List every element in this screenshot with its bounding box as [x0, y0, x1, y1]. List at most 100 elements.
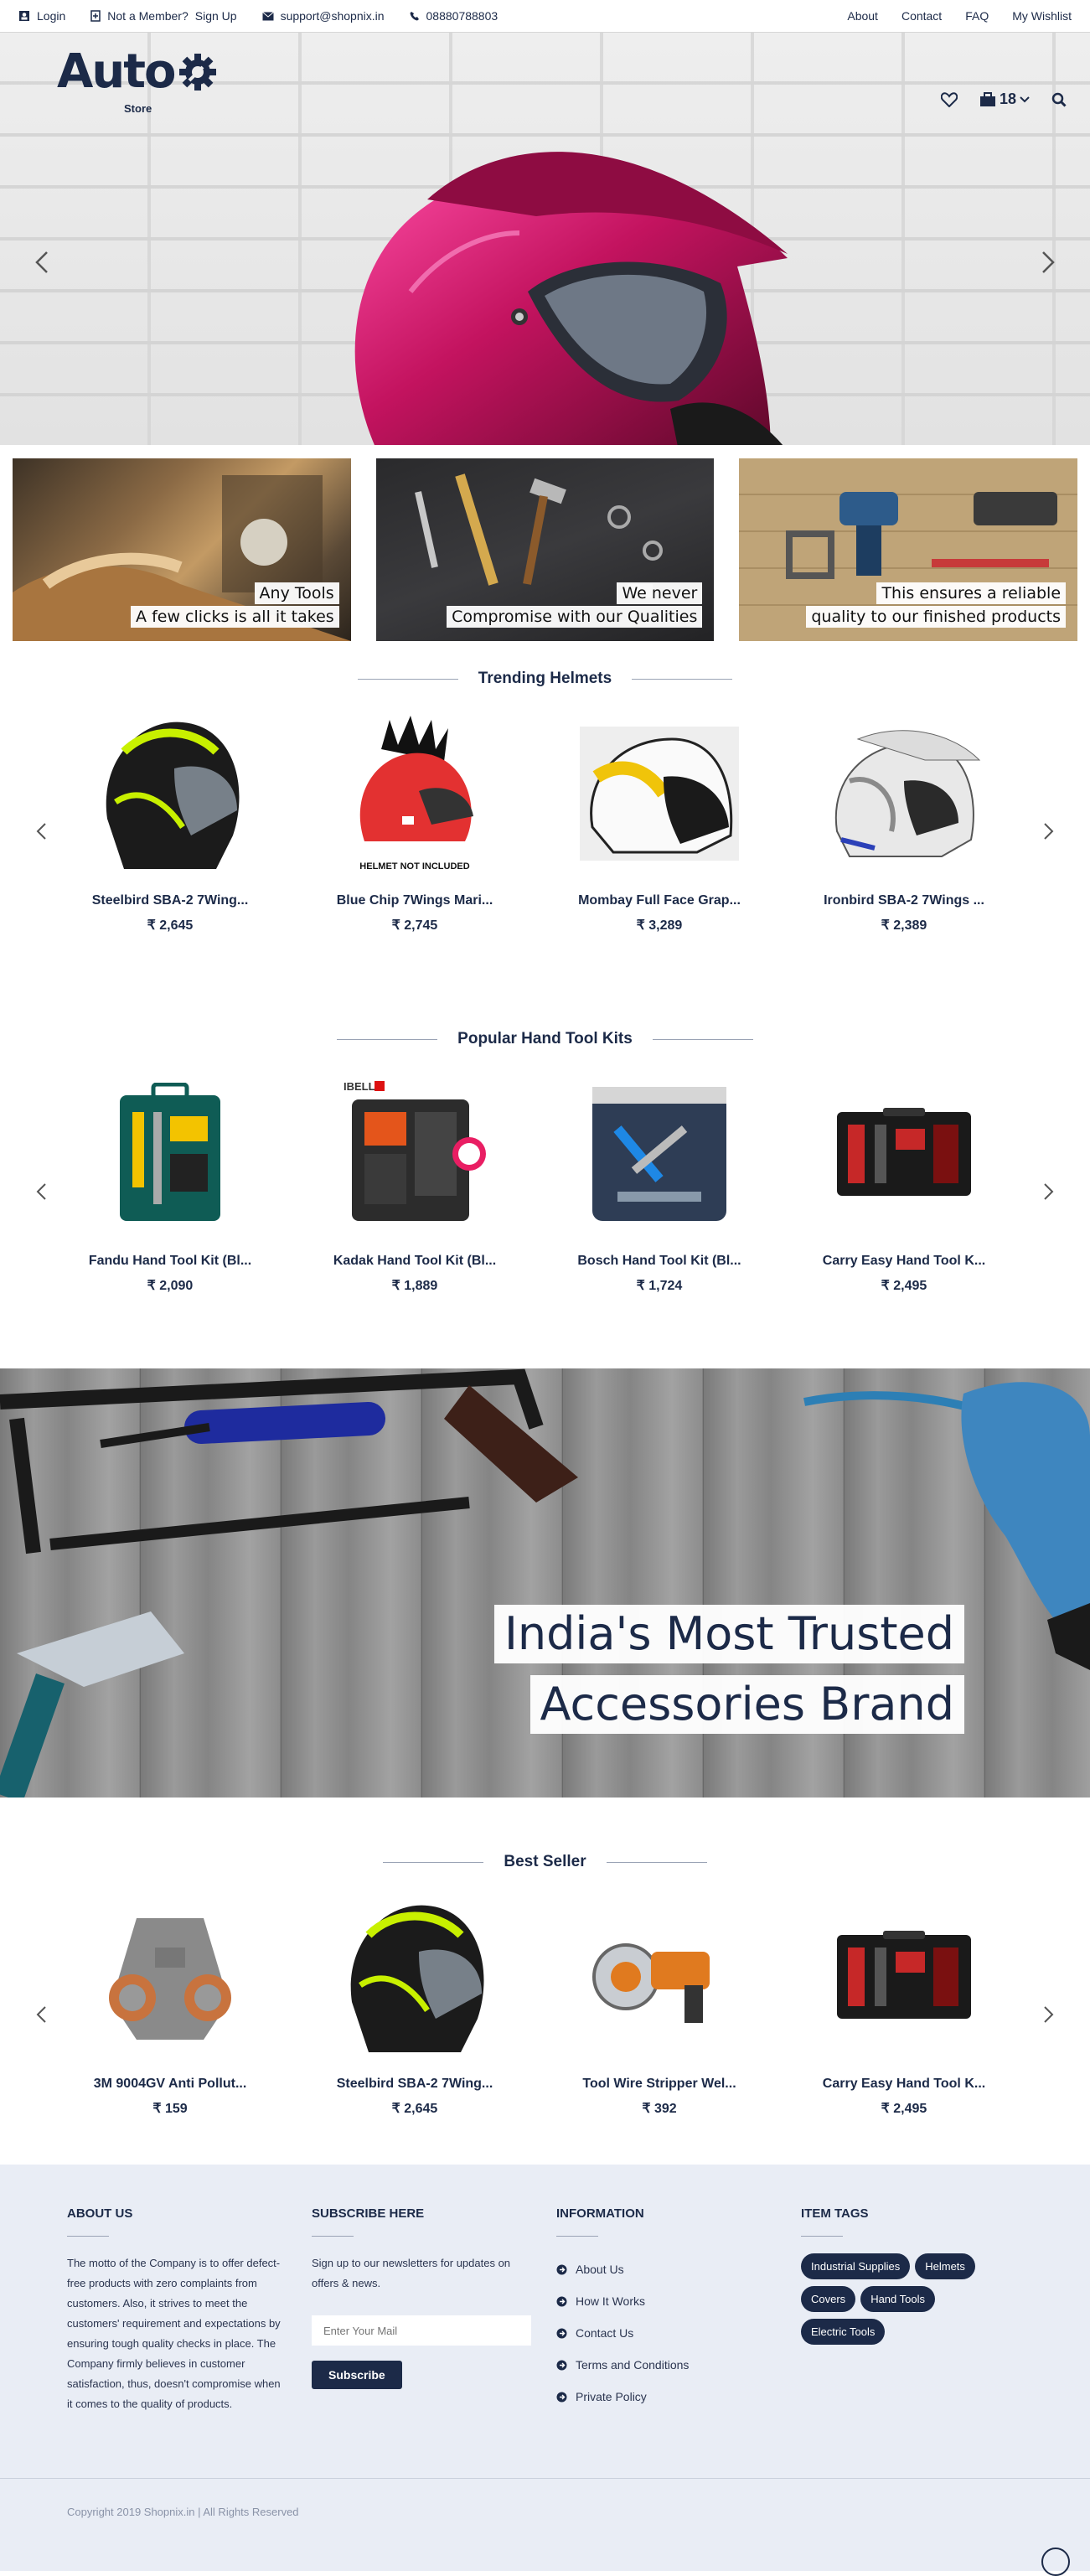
- nav-about[interactable]: About: [847, 9, 878, 23]
- trending-helmets-carousel: Steelbird SBA-2 7Wing... ₹ 2,645 HELMET …: [0, 691, 1090, 968]
- footer-subscribe: SUBSCRIBE HERE Sign up to our newsletter…: [312, 2206, 556, 2414]
- footer-link-terms[interactable]: Terms and Conditions: [556, 2349, 801, 2381]
- hero-prev-arrow[interactable]: [30, 246, 55, 279]
- envelope-icon: [261, 11, 274, 20]
- hero-next-arrow[interactable]: [1035, 246, 1060, 279]
- subscribe-button[interactable]: Subscribe: [312, 2361, 402, 2389]
- promo-banner-reliable-line1: This ensures a reliable: [876, 582, 1067, 604]
- product-price: ₹ 2,389: [881, 918, 927, 933]
- product-price: ₹ 1,724: [636, 1279, 683, 1293]
- tag-electric-tools[interactable]: Electric Tools: [801, 2319, 886, 2345]
- heart-icon[interactable]: [940, 91, 958, 107]
- login-label: Login: [37, 9, 66, 23]
- product-price: ₹ 2,645: [147, 918, 194, 933]
- top-bar-left: Login Not a Member? Sign Up support@shop…: [18, 9, 498, 23]
- product-price: ₹ 2,495: [881, 2102, 927, 2116]
- divider: [357, 678, 458, 680]
- member-prompt: Not a Member?: [107, 9, 189, 23]
- logo-subtitle: Store: [124, 102, 152, 115]
- scroll-to-top-button[interactable]: [1041, 2548, 1070, 2576]
- signup-link[interactable]: Sign Up: [195, 9, 237, 23]
- product-name: Carry Easy Hand Tool K...: [822, 1254, 986, 1268]
- arrow-circle-right-icon: [556, 2328, 567, 2338]
- header-icons: 18: [940, 91, 1067, 108]
- phone-link[interactable]: 08880788803: [410, 9, 498, 23]
- carousel-next-arrow[interactable]: [1040, 2002, 1056, 2027]
- search-icon[interactable]: [1051, 92, 1067, 107]
- product-cards: 3M 9004GV Anti Pollut... ₹ 159 Steelbird…: [57, 1875, 1017, 2117]
- divider: [337, 1038, 438, 1040]
- phone-icon: [410, 12, 419, 21]
- product-card[interactable]: Fandu Hand Tool Kit (Bl... ₹ 2,090: [57, 1052, 283, 1294]
- brand-banner: India's Most Trusted Accessories Brand: [0, 1368, 1090, 1798]
- promo-banner-tools[interactable]: Any Tools A few clicks is all it takes: [13, 458, 351, 641]
- tag-cloud: Industrial Supplies Helmets Covers Hand …: [801, 2253, 1002, 2345]
- promo-banners: Any Tools A few clicks is all it takes W…: [0, 445, 1090, 641]
- tag-helmets[interactable]: Helmets: [915, 2253, 975, 2279]
- carousel-next-arrow[interactable]: [1040, 1179, 1056, 1204]
- footer-columns: ABOUT US The motto of the Company is to …: [0, 2165, 1090, 2414]
- section-title: Trending Helmets: [478, 670, 612, 687]
- subscribe-email-input[interactable]: [312, 2315, 531, 2346]
- product-card[interactable]: Ironbird SBA-2 7Wings ... ₹ 2,389: [791, 691, 1017, 934]
- promo-banner-quality-line2: Compromise with our Qualities: [447, 606, 703, 628]
- product-card[interactable]: Carry Easy Hand Tool K... ₹ 2,495: [791, 1052, 1017, 1294]
- product-card[interactable]: 3M 9004GV Anti Pollut... ₹ 159: [57, 1875, 283, 2117]
- nav-contact[interactable]: Contact: [901, 9, 942, 23]
- promo-banner-quality-line1: We never: [617, 582, 703, 604]
- email-link[interactable]: support@shopnix.in: [261, 9, 385, 23]
- email-text: support@shopnix.in: [280, 9, 385, 23]
- footer-link-contact-us[interactable]: Contact Us: [556, 2317, 801, 2349]
- footer-link-label: How It Works: [576, 2294, 645, 2308]
- site-logo[interactable]: Auto: [57, 47, 218, 97]
- footer-link-label: Contact Us: [576, 2326, 634, 2340]
- trending-helmets-header: Trending Helmets: [0, 666, 1090, 691]
- top-bar: Login Not a Member? Sign Up support@shop…: [0, 0, 1090, 32]
- footer-link-privacy[interactable]: Private Policy: [556, 2381, 801, 2413]
- svg-text:IBELL: IBELL: [344, 1080, 375, 1093]
- promo-banner-reliable[interactable]: This ensures a reliable quality to our f…: [739, 458, 1078, 641]
- product-price: ₹ 2,495: [881, 1279, 927, 1293]
- arrow-circle-right-icon: [556, 2360, 567, 2370]
- product-image: [791, 703, 1017, 883]
- signup-group: Not a Member? Sign Up: [90, 9, 237, 23]
- product-card[interactable]: Mombay Full Face Grap... ₹ 3,289: [546, 691, 772, 934]
- product-name: Mombay Full Face Grap...: [578, 893, 741, 908]
- product-image: [57, 1063, 283, 1244]
- product-image: [302, 1886, 528, 2066]
- carousel-prev-arrow[interactable]: [34, 2002, 50, 2027]
- tag-industrial-supplies[interactable]: Industrial Supplies: [801, 2253, 911, 2279]
- product-image: [791, 1063, 1017, 1244]
- footer-information-title: INFORMATION: [556, 2206, 644, 2221]
- product-name: 3M 9004GV Anti Pollut...: [93, 2077, 247, 2091]
- promo-banner-quality[interactable]: We never Compromise with our Qualities: [375, 458, 715, 641]
- divider: [383, 1861, 484, 1863]
- tag-covers[interactable]: Covers: [801, 2286, 856, 2312]
- product-card[interactable]: Steelbird SBA-2 7Wing... ₹ 2,645: [57, 691, 283, 934]
- carousel-prev-arrow[interactable]: [34, 1179, 50, 1204]
- footer-link-label: Terms and Conditions: [576, 2358, 690, 2372]
- divider: [67, 2236, 109, 2237]
- arrow-circle-right-icon: [556, 2296, 567, 2306]
- product-image: [546, 1063, 772, 1244]
- nav-wishlist[interactable]: My Wishlist: [1012, 9, 1072, 23]
- footer-about: ABOUT US The motto of the Company is to …: [67, 2206, 312, 2414]
- divider: [556, 2236, 598, 2237]
- carousel-next-arrow[interactable]: [1040, 819, 1056, 844]
- product-card[interactable]: Tool Wire Stripper Wel... ₹ 392: [546, 1875, 772, 2117]
- product-card[interactable]: Bosch Hand Tool Kit (Bl... ₹ 1,724: [546, 1052, 772, 1294]
- nav-faq[interactable]: FAQ: [965, 9, 989, 23]
- product-card[interactable]: Steelbird SBA-2 7Wing... ₹ 2,645: [302, 1875, 528, 2117]
- product-card[interactable]: HELMET NOT INCLUDED Blue Chip 7Wings Mar…: [302, 691, 528, 934]
- footer-link-about-us[interactable]: About Us: [556, 2253, 801, 2285]
- tag-hand-tools[interactable]: Hand Tools: [860, 2286, 935, 2312]
- product-image: [57, 1886, 283, 2066]
- product-card[interactable]: IBELL Kadak Hand Tool Kit (Bl... ₹ 1,889: [302, 1052, 528, 1294]
- briefcase-icon: [979, 91, 995, 106]
- cart-button[interactable]: 18: [979, 91, 1030, 108]
- footer-link-how-it-works[interactable]: How It Works: [556, 2285, 801, 2317]
- login-link[interactable]: Login: [18, 9, 65, 23]
- product-card[interactable]: Carry Easy Hand Tool K... ₹ 2,495: [791, 1875, 1017, 2117]
- best-seller-header: Best Seller: [0, 1849, 1090, 1875]
- carousel-prev-arrow[interactable]: [34, 819, 50, 844]
